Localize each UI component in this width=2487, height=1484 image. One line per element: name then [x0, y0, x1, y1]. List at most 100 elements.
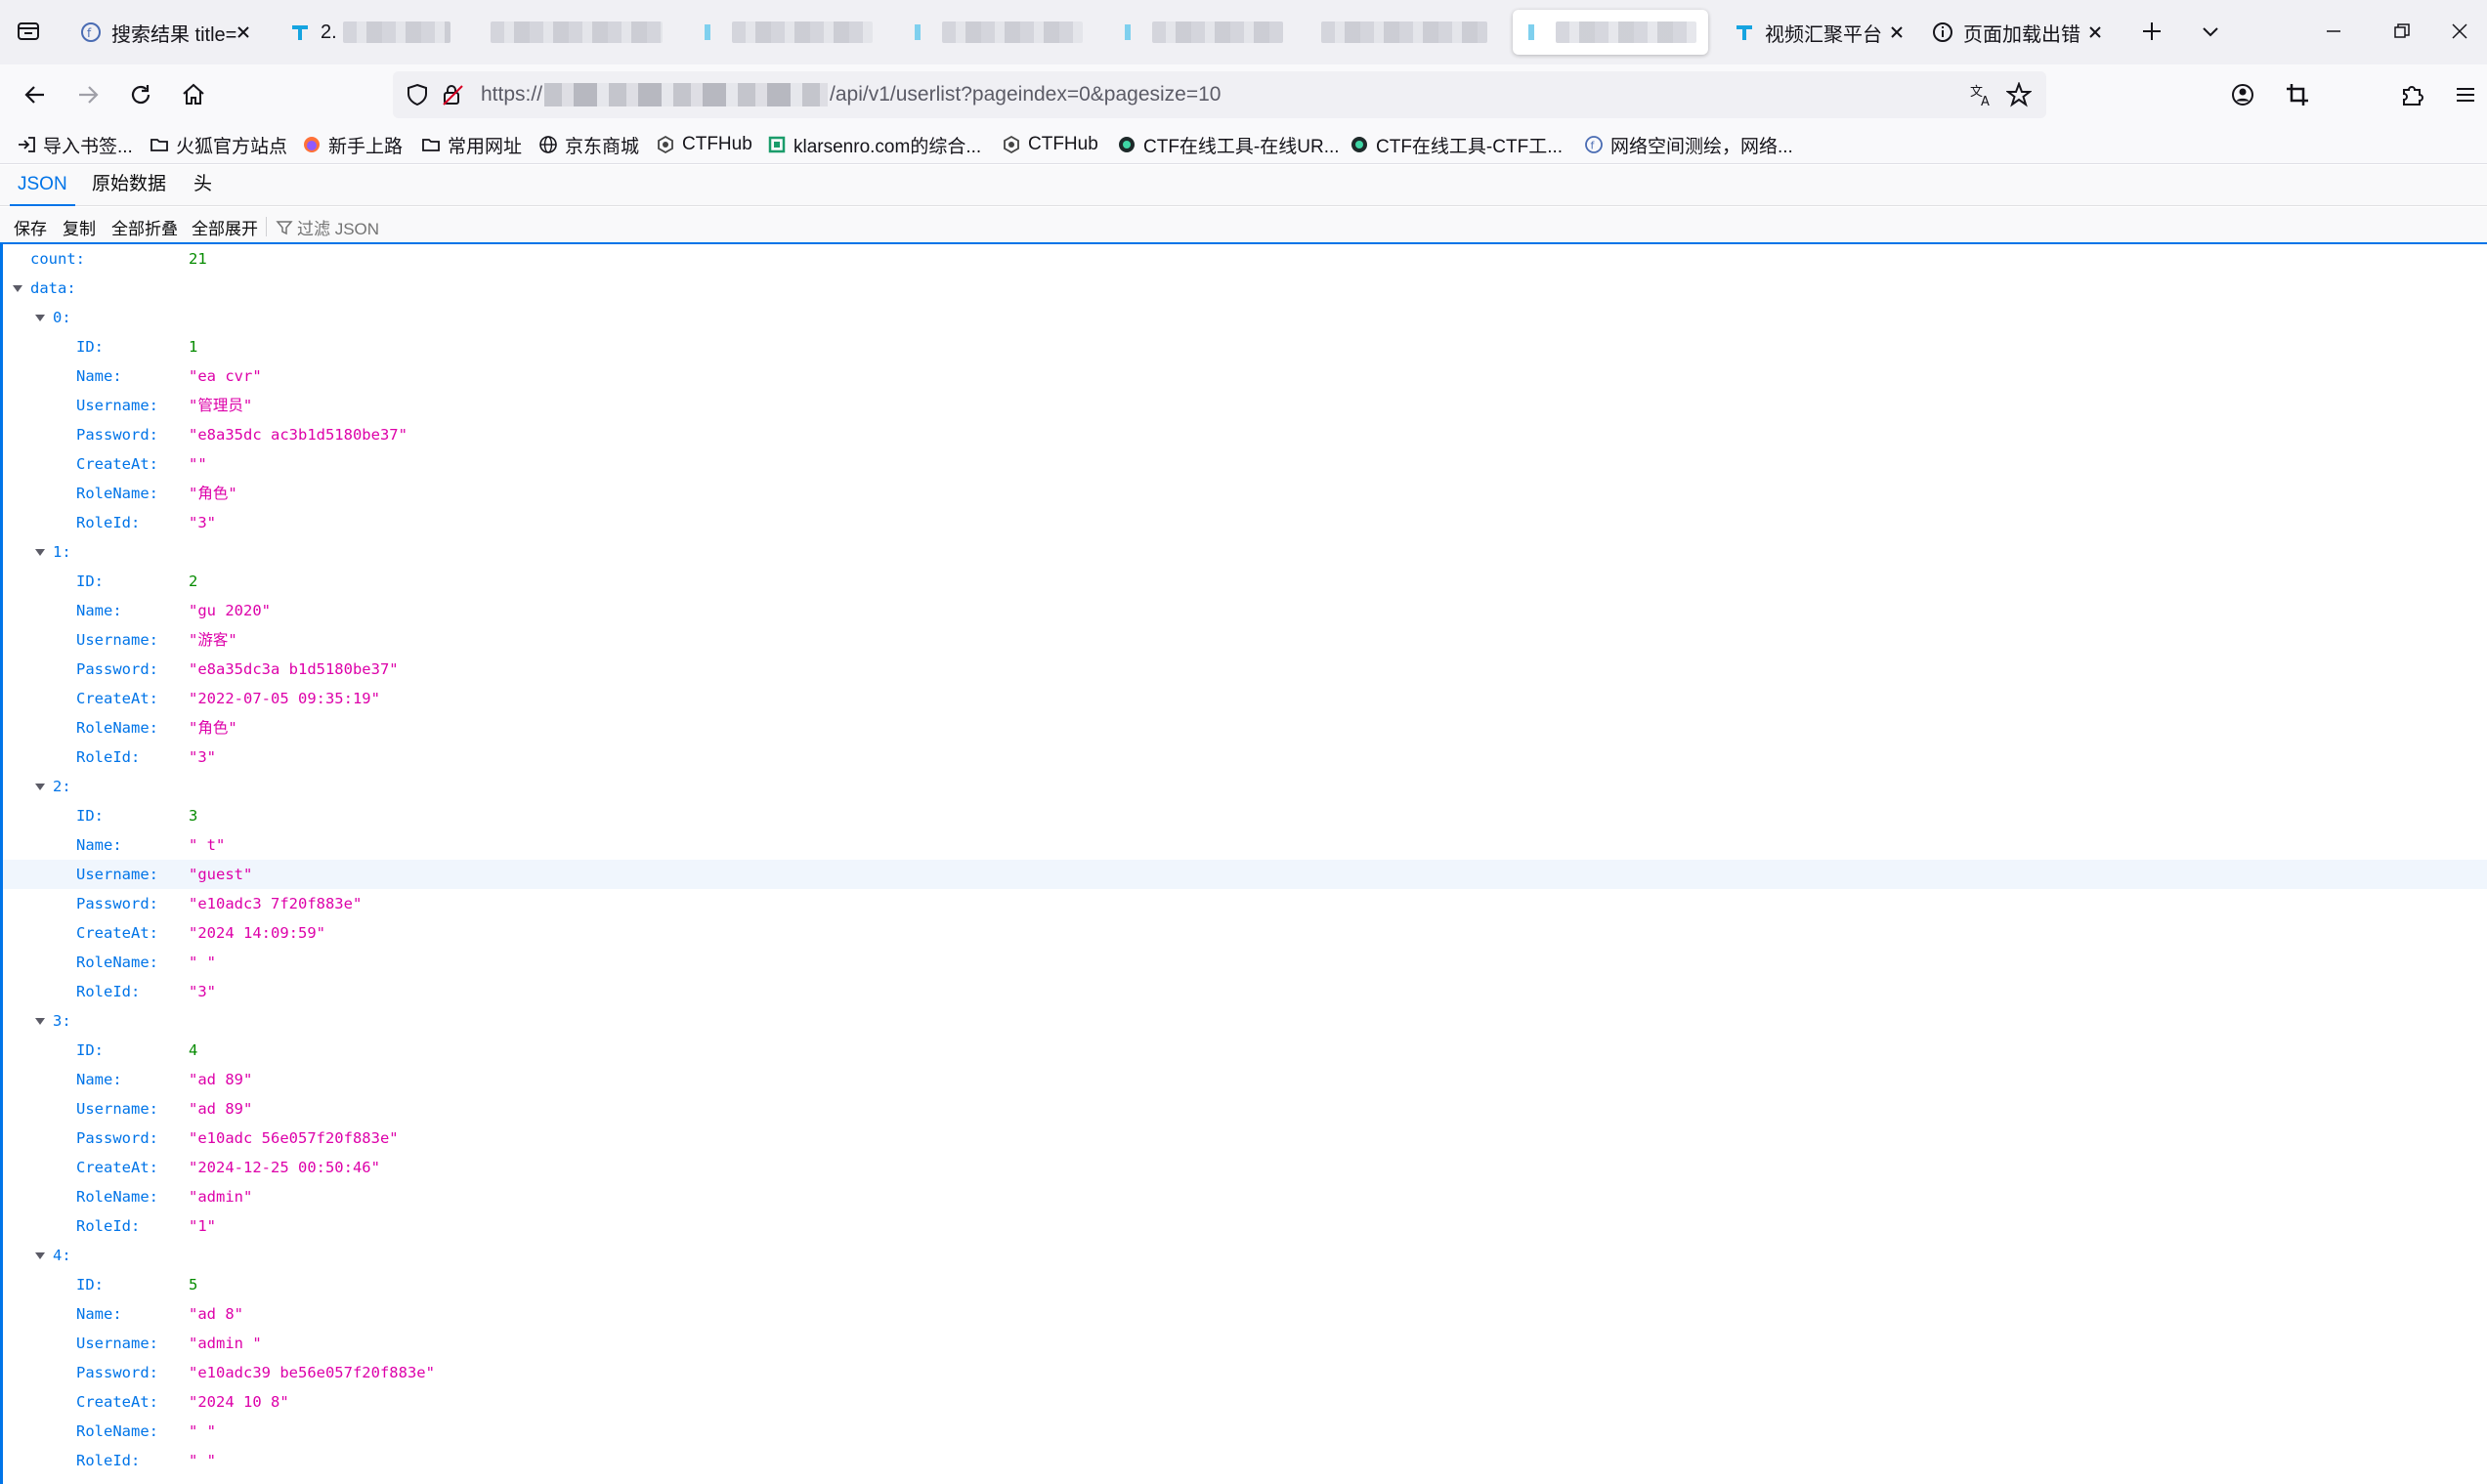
json-row-item[interactable]: 0:	[3, 303, 2487, 332]
json-row-item[interactable]: 3:	[3, 1006, 2487, 1036]
tab-active[interactable]	[1513, 10, 1708, 55]
json-row-field[interactable]: CreateAt: "2024-12-25 00:50:46"	[3, 1153, 2487, 1182]
json-row-field[interactable]: Username: "管理员"	[3, 391, 2487, 420]
tab-7[interactable]	[1309, 10, 1500, 55]
back-button[interactable]	[18, 77, 53, 112]
bookmark-fofa[interactable]: f 网络空间测绘，网络...	[1583, 131, 1793, 158]
tab-json[interactable]: JSON	[10, 165, 75, 206]
bookmark-import[interactable]: 导入书签...	[16, 131, 133, 158]
json-row-field[interactable]: RoleId: " "	[3, 1446, 2487, 1475]
bookmark-ctfhub-1[interactable]: CTFHub	[655, 131, 752, 158]
copy-button[interactable]: 复制	[63, 215, 96, 239]
list-all-tabs-button[interactable]	[12, 15, 45, 48]
expand-toggle-icon[interactable]	[34, 1241, 46, 1270]
json-row-field[interactable]: RoleId: "3"	[3, 508, 2487, 537]
json-row-field[interactable]: RoleName: "admin"	[3, 1182, 2487, 1211]
json-row-field[interactable]: RoleId: "3"	[3, 742, 2487, 772]
json-row-field[interactable]: Name: "ea cvr"	[3, 361, 2487, 391]
json-row-field[interactable]: RoleId: "1"	[3, 1211, 2487, 1241]
tab-2[interactable]: 2.	[278, 10, 463, 55]
close-icon[interactable]	[2084, 21, 2106, 43]
address-bar[interactable]: https:// /api/v1/userlist?pageindex=0&pa…	[393, 71, 2046, 118]
json-row-field[interactable]: Password: "e10adc3 7f20f883e"	[3, 889, 2487, 918]
forward-button[interactable]	[70, 77, 106, 112]
json-row-item[interactable]: 4:	[3, 1241, 2487, 1270]
json-row-item[interactable]: 2:	[3, 772, 2487, 801]
bookmark-star-icon[interactable]	[2005, 81, 2033, 108]
shield-icon[interactable]	[405, 82, 430, 107]
tab-3[interactable]	[479, 10, 674, 55]
json-row-data[interactable]: data:	[3, 274, 2487, 303]
tab-raw-data[interactable]: 原始数据	[84, 165, 174, 206]
json-row-count[interactable]: count: 21	[3, 244, 2487, 274]
bookmark-getting-started[interactable]: 新手上路	[301, 131, 403, 158]
json-row-field[interactable]: ID: 5	[3, 1270, 2487, 1299]
json-row-field[interactable]: Name: "gu 2020"	[3, 596, 2487, 625]
account-button[interactable]	[2225, 77, 2260, 112]
close-icon[interactable]	[1886, 21, 1908, 43]
expand-toggle-icon[interactable]	[34, 772, 46, 801]
lock-insecure-icon[interactable]	[440, 82, 465, 107]
minimize-button[interactable]	[2306, 10, 2361, 53]
expand-toggle-icon[interactable]	[12, 274, 23, 303]
json-row-field[interactable]: ID: 3	[3, 801, 2487, 830]
tab-4[interactable]	[689, 10, 884, 55]
json-row-field[interactable]: Password: "e10adc 56e057f20f883e"	[3, 1124, 2487, 1153]
menu-button[interactable]	[2448, 77, 2483, 112]
bookmark-jd[interactable]: 京东商城	[537, 131, 639, 158]
json-row-field[interactable]: Name: "ad 8"	[3, 1299, 2487, 1329]
json-row-field[interactable]: Name: " t"	[3, 830, 2487, 860]
bookmark-klarsenro[interactable]: klarsenro.com的综合...	[766, 131, 981, 158]
home-button[interactable]	[176, 77, 211, 112]
json-row-field[interactable]: RoleName: "角色"	[3, 479, 2487, 508]
tab-headers[interactable]: 头	[186, 165, 220, 206]
json-row-field[interactable]: CreateAt: "2022-07-05 09:35:19"	[3, 684, 2487, 713]
json-row-field[interactable]: Username: "guest"	[3, 860, 2487, 889]
json-row-field[interactable]: Username: "admin "	[3, 1329, 2487, 1358]
json-row-field[interactable]: Password: "e8a35dc ac3b1d5180be37"	[3, 420, 2487, 449]
bookmark-folder-firefox[interactable]: 火狐官方站点	[149, 131, 287, 158]
tab-video-platform[interactable]: 视频汇聚平台	[1722, 10, 1917, 55]
extensions-button[interactable]	[2395, 77, 2430, 112]
collapse-all-button[interactable]: 全部折叠	[111, 215, 178, 239]
json-row-field[interactable]: RoleId: "3"	[3, 977, 2487, 1006]
restore-button[interactable]	[2375, 10, 2429, 53]
json-row-field[interactable]: ID: 2	[3, 567, 2487, 596]
json-row-field[interactable]: Password: "e10adc39 be56e057f20f883e"	[3, 1358, 2487, 1387]
tab-search-results[interactable]: f 搜索结果 title=	[68, 10, 264, 55]
url-text[interactable]: https:// /api/v1/userlist?pageindex=0&pa…	[481, 83, 1222, 106]
json-row-field[interactable]: Username: "ad 89"	[3, 1094, 2487, 1124]
expand-toggle-icon[interactable]	[34, 1006, 46, 1036]
save-button[interactable]: 保存	[14, 215, 47, 239]
json-row-item[interactable]: 1:	[3, 537, 2487, 567]
filter-json-input[interactable]: 过滤 JSON	[276, 215, 379, 239]
screenshot-button[interactable]	[2280, 77, 2315, 112]
json-row-field[interactable]: Username: "游客"	[3, 625, 2487, 655]
tab-6[interactable]	[1109, 10, 1295, 55]
translate-icon[interactable]: 文A	[1968, 81, 1995, 108]
expand-toggle-icon[interactable]	[34, 537, 46, 567]
bookmark-ctfhub-2[interactable]: CTFHub	[1001, 131, 1098, 158]
bookmark-folder-common[interactable]: 常用网址	[420, 131, 522, 158]
json-row-field[interactable]: RoleName: " "	[3, 1417, 2487, 1446]
expand-all-button[interactable]: 全部展开	[192, 215, 258, 239]
json-row-field[interactable]: CreateAt: "2024 14:09:59"	[3, 918, 2487, 948]
close-window-button[interactable]	[2432, 10, 2487, 53]
json-row-field[interactable]: ID: 4	[3, 1036, 2487, 1065]
json-row-field[interactable]: ID: 1	[3, 332, 2487, 361]
expand-toggle-icon[interactable]	[34, 303, 46, 332]
tab-5[interactable]	[899, 10, 1094, 55]
new-tab-button[interactable]	[2135, 15, 2168, 48]
json-row-field[interactable]: RoleName: "角色"	[3, 713, 2487, 742]
tab-page-load-error[interactable]: 页面加载出错	[1920, 10, 2116, 55]
close-icon[interactable]	[233, 21, 254, 43]
bookmark-ctf-tool-url[interactable]: CTF在线工具-在线UR...	[1116, 131, 1340, 158]
json-row-field[interactable]: Password: "e8a35dc3a b1d5180be37"	[3, 655, 2487, 684]
bookmark-ctf-tool[interactable]: CTF在线工具-CTF工...	[1349, 131, 1563, 158]
tab-overflow-button[interactable]	[2194, 15, 2227, 48]
json-row-field[interactable]: CreateAt: ""	[3, 449, 2487, 479]
json-row-field[interactable]: RoleName: " "	[3, 948, 2487, 977]
json-row-field[interactable]: Name: "ad 89"	[3, 1065, 2487, 1094]
reload-button[interactable]	[123, 77, 158, 112]
json-row-field[interactable]: CreateAt: "2024 10 8"	[3, 1387, 2487, 1417]
